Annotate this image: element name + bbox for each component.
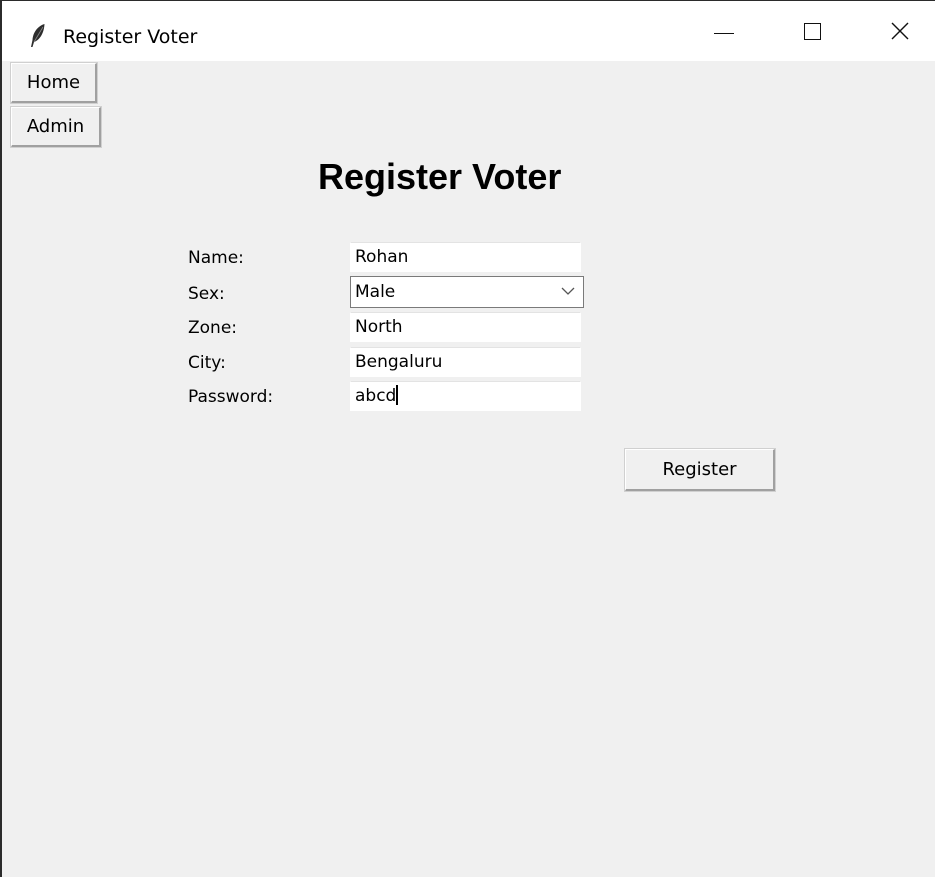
close-button[interactable] (871, 1, 929, 61)
sex-label: Sex: (188, 284, 225, 304)
name-field[interactable]: Rohan (350, 242, 581, 272)
title-bar[interactable]: Register Voter (2, 1, 935, 61)
app-window: Register Voter Home Admin Register Voter… (0, 0, 935, 877)
password-field[interactable]: abcd (350, 381, 581, 411)
page-title: Register Voter (318, 156, 562, 197)
feather-icon (31, 24, 45, 47)
admin-button[interactable]: Admin (10, 106, 102, 148)
name-label: Name: (188, 248, 244, 268)
register-button[interactable]: Register (624, 448, 776, 492)
maximize-button[interactable] (783, 1, 841, 61)
zone-label: Zone: (188, 318, 238, 338)
maximize-icon (803, 22, 821, 40)
sex-selected-value: Male (355, 282, 396, 302)
chevron-down-icon[interactable] (561, 286, 575, 296)
minimize-button[interactable] (695, 1, 753, 61)
password-value: abcd (355, 386, 397, 406)
sex-combobox[interactable]: Male (350, 276, 584, 308)
city-field[interactable]: Bengaluru (350, 347, 581, 377)
content-area: Home Admin Register Voter Name: Rohan Se… (2, 61, 935, 877)
minimize-icon (714, 32, 734, 34)
text-cursor (396, 384, 399, 405)
city-label: City: (188, 353, 226, 373)
home-button[interactable]: Home (10, 62, 98, 104)
window-title: Register Voter (63, 26, 198, 48)
password-label: Password: (188, 387, 274, 407)
zone-field[interactable]: North (350, 312, 581, 342)
close-icon (891, 22, 909, 40)
